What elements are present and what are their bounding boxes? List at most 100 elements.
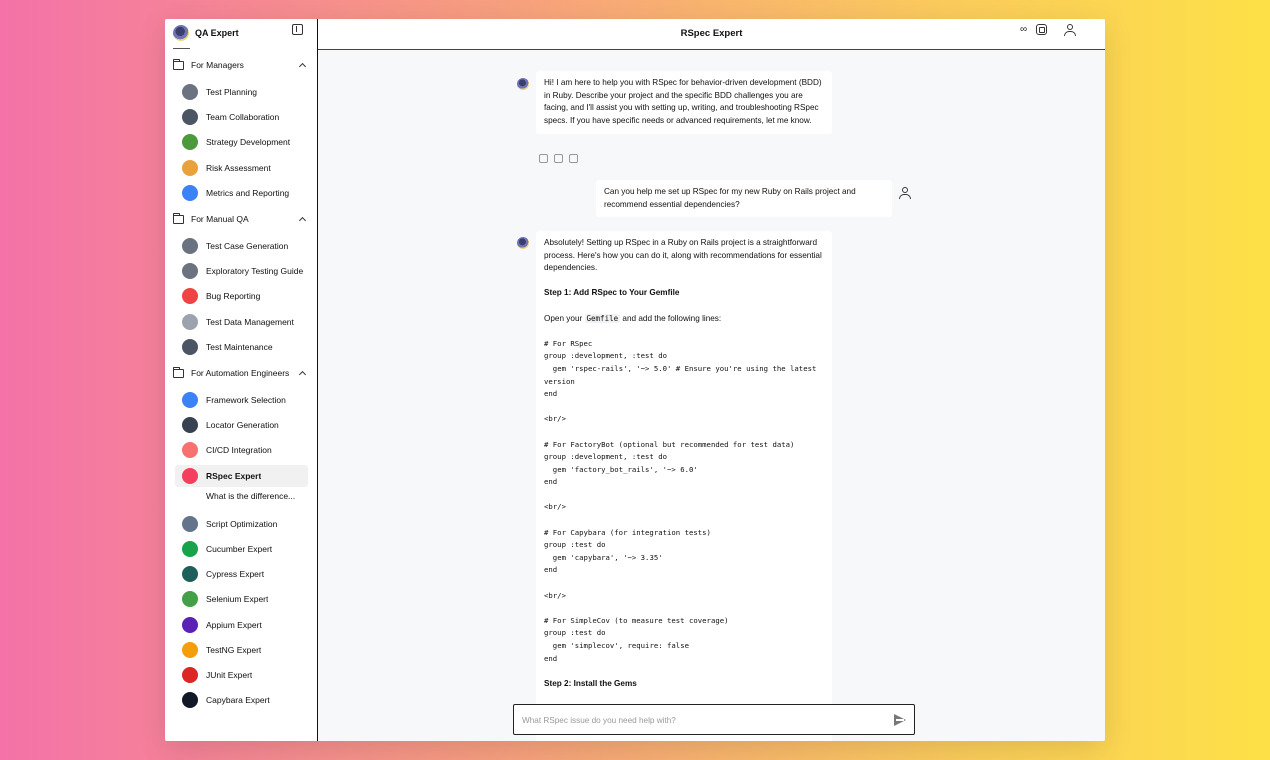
sidebar-item-label: Test Maintenance — [206, 341, 273, 352]
expert-icon — [182, 515, 198, 532]
chevron-up-icon[interactable] — [298, 62, 307, 71]
sidebar-item-label: Exploratory Testing Guide — [206, 266, 304, 277]
sidebar-item[interactable]: Bug Reporting — [175, 285, 308, 307]
sidebar-item-label: Appium Expert — [206, 619, 262, 630]
expert-icon — [182, 263, 198, 280]
sidebar-item-label: Cucumber Expert — [206, 544, 273, 554]
step-heading: Step 2: Install the Gems — [544, 678, 637, 688]
chevron-up-icon[interactable] — [298, 370, 307, 379]
expert-icon — [182, 184, 198, 201]
send-icon[interactable] — [894, 714, 906, 726]
code-line: <br/> — [544, 502, 566, 512]
folder-icon — [172, 58, 184, 70]
expert-icon — [182, 313, 198, 330]
sidebar-item[interactable]: Exploratory Testing Guide — [175, 260, 308, 282]
sidebar-item[interactable]: Capybara Expert — [175, 689, 308, 711]
sidebar-item[interactable]: JUnit Expert — [175, 664, 308, 686]
sidebar-item[interactable]: Script Optimization — [175, 513, 308, 535]
instruction-text: Open your Gemfile and add the following … — [544, 313, 722, 323]
expert-icon — [182, 467, 198, 484]
sidebar-item-label: Script Optimization — [206, 518, 278, 529]
user-avatar-icon — [899, 187, 911, 199]
expert-icon — [182, 159, 198, 176]
expert-icon — [182, 541, 198, 557]
sidebar-item[interactable]: Locator Generation — [175, 414, 308, 436]
topbar: RSpec Expert ∞ — [318, 19, 1105, 50]
thumbs-up-icon[interactable] — [554, 154, 563, 163]
thumbs-down-icon[interactable] — [569, 154, 578, 163]
sidebar-item[interactable]: Appium Expert — [175, 614, 308, 636]
expert-icon — [182, 109, 198, 126]
section-header[interactable]: For Manual QA — [172, 212, 307, 226]
sidebar-item-label: Cypress Expert — [206, 569, 265, 580]
divider — [173, 48, 190, 49]
app-window: QA Expert For Managers Test Planning Team … — [165, 19, 1105, 741]
model-chip-icon[interactable] — [1036, 24, 1047, 35]
sidebar-item-label: Risk Assessment — [206, 162, 271, 173]
sidebar-item-label: Bug Reporting — [206, 291, 261, 302]
chat-input[interactable] — [522, 711, 882, 729]
sidebar-item[interactable]: Cypress Expert — [175, 563, 308, 585]
bot-avatar-icon — [517, 237, 529, 249]
sidebar-item[interactable]: Team Collaboration — [175, 106, 308, 128]
sidebar-item-label: Strategy Development — [206, 137, 291, 148]
sidebar-item[interactable]: Test Planning — [175, 81, 308, 103]
expert-icon — [182, 238, 198, 254]
section-label: For Manual QA — [191, 214, 249, 224]
sidebar-item[interactable]: Strategy Development — [175, 131, 308, 153]
sidebar-item-label: Test Data Management — [206, 316, 294, 327]
bot-avatar-icon — [517, 78, 529, 90]
user-message: Can you help me set up RSpec for my new … — [596, 180, 892, 218]
conversation-item[interactable]: What is the difference... — [206, 491, 295, 501]
chat-panel: RSpec Expert ∞ Hi! I am here to help you… — [318, 19, 1105, 741]
infinity-icon[interactable]: ∞ — [1020, 24, 1027, 35]
expert-icon — [182, 442, 198, 459]
sidebar-item-label: Test Planning — [206, 87, 258, 97]
sidebar-collapse-icon[interactable] — [292, 24, 303, 35]
copy-icon[interactable] — [539, 154, 548, 163]
sidebar-item[interactable]: Test Maintenance — [175, 336, 308, 358]
sidebar-item-label: CI/CD Integration — [206, 445, 272, 456]
expert-icon — [182, 641, 198, 658]
answer-intro: Absolutely! Setting up RSpec in a Ruby o… — [544, 238, 822, 273]
expert-icon — [182, 667, 198, 683]
bot-answer: Absolutely! Setting up RSpec in a Ruby o… — [536, 231, 832, 741]
sidebar-item[interactable]: Test Data Management — [175, 311, 308, 333]
expert-icon — [182, 288, 198, 305]
sidebar-item[interactable]: Risk Assessment — [175, 157, 308, 179]
sidebar-item-label: Test Case Generation — [206, 241, 289, 251]
sidebar: QA Expert For Managers Test Planning Team … — [165, 19, 318, 741]
sidebar-item[interactable]: Framework Selection — [175, 389, 308, 411]
sidebar-item[interactable]: Test Case Generation — [175, 235, 308, 257]
page-title: RSpec Expert — [680, 28, 743, 39]
sidebar-item[interactable]: CI/CD Integration — [175, 439, 308, 461]
bot-message-text: Hi! I am here to help you with RSpec for… — [544, 78, 822, 125]
expert-icon — [182, 417, 198, 434]
section-header[interactable]: For Automation Engineers — [172, 366, 307, 380]
expert-icon — [182, 392, 198, 408]
bot-message: Hi! I am here to help you with RSpec for… — [536, 71, 832, 135]
sidebar-item[interactable]: Selenium Expert — [175, 588, 308, 610]
code-line: <br/> — [544, 590, 566, 600]
folder-icon — [172, 366, 184, 378]
chevron-up-icon[interactable] — [298, 216, 307, 225]
section-label: For Managers — [191, 60, 244, 70]
sidebar-item[interactable]: RSpec Expert — [175, 464, 308, 487]
brand[interactable]: QA Expert — [173, 21, 239, 45]
sidebar-item-label: JUnit Expert — [206, 670, 253, 680]
sidebar-item[interactable]: Metrics and Reporting — [175, 182, 308, 204]
expert-icon — [182, 591, 198, 608]
code-line: <br/> — [544, 414, 566, 424]
sidebar-item[interactable]: TestNG Expert — [175, 639, 308, 661]
user-profile-icon[interactable] — [1064, 24, 1076, 36]
section-header[interactable]: For Managers — [172, 58, 307, 72]
sidebar-item-label: Team Collaboration — [206, 112, 280, 123]
code-block: # For RSpec group :development, :test do… — [544, 338, 817, 399]
brand-logo-icon — [173, 25, 189, 41]
sidebar-item-label: Locator Generation — [206, 420, 279, 431]
sidebar-item-label: Framework Selection — [206, 395, 286, 405]
sidebar-item-label: TestNG Expert — [206, 644, 262, 655]
sidebar-item[interactable]: Cucumber Expert — [175, 538, 308, 560]
expert-icon — [182, 692, 198, 709]
code-block: # For FactoryBot (optional but recommend… — [544, 439, 795, 487]
